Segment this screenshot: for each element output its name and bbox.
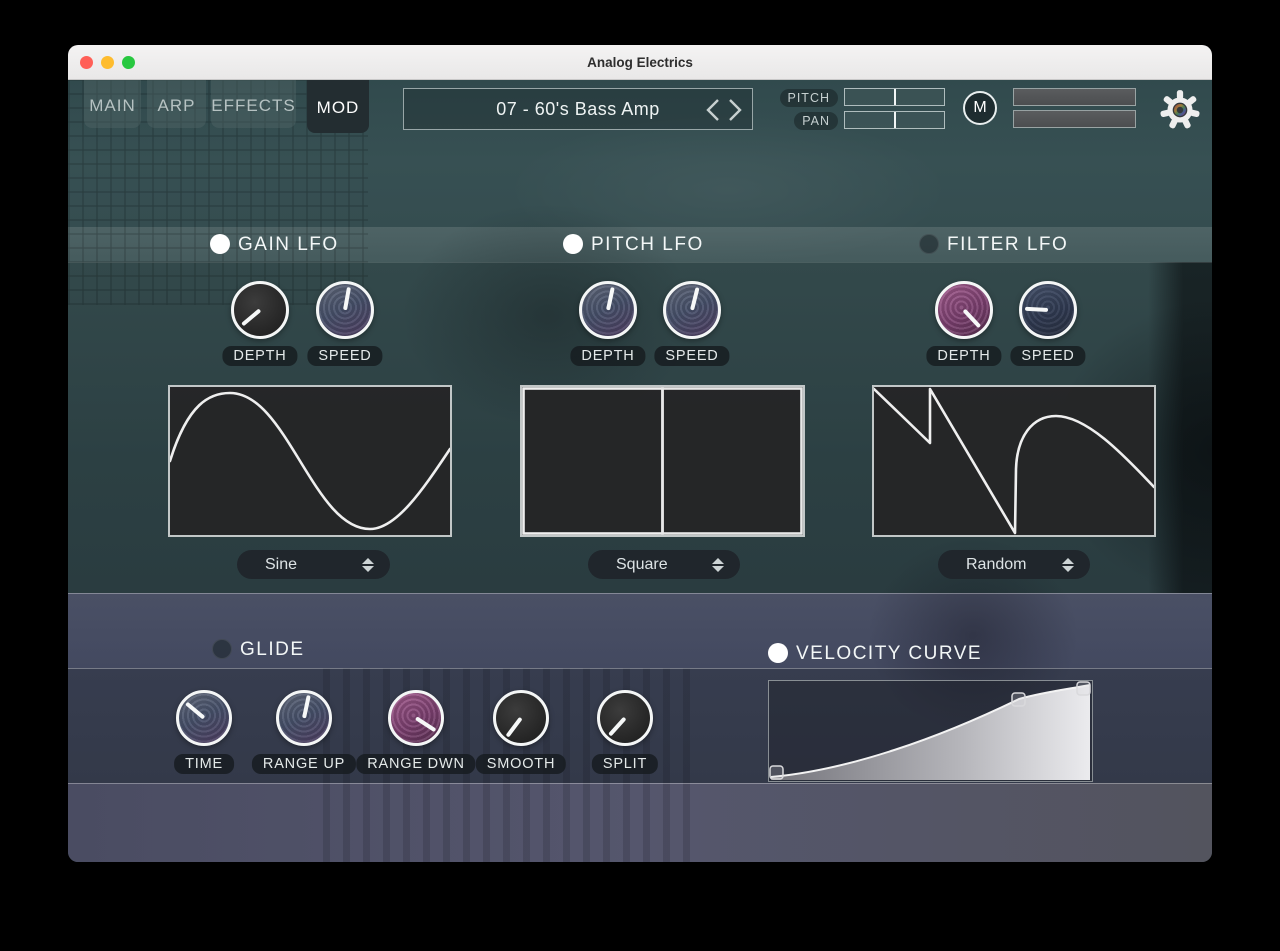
knob-pointer <box>241 308 261 326</box>
pitch-wave-value: Square <box>616 556 668 574</box>
tab-mod[interactable]: MOD <box>307 80 369 133</box>
tab-main[interactable]: MAIN <box>84 80 141 128</box>
velocity-handle-start[interactable] <box>770 766 783 779</box>
velocity-handle-end[interactable] <box>1077 682 1090 695</box>
level-meter-right <box>1013 110 1136 128</box>
macos-titlebar[interactable]: Analog Electrics <box>68 45 1212 80</box>
glide-split-label: SPLIT <box>592 754 658 774</box>
pan-slider[interactable] <box>844 111 945 129</box>
pitch-lfo-enable-led[interactable] <box>563 234 583 254</box>
velocity-curve-title: VELOCITY CURVE <box>796 641 982 667</box>
divider-line <box>68 593 1212 594</box>
knob-pointer <box>185 702 205 720</box>
pitch-lfo-speed-knob[interactable] <box>663 281 721 339</box>
sine-wave-icon <box>170 387 450 535</box>
divider-line <box>68 783 1212 784</box>
pan-label: PAN <box>794 112 838 130</box>
desktop-background: Analog Electrics MAIN ARP EFFECTS MOD <box>0 0 1280 951</box>
velocity-handle-mid[interactable] <box>1012 693 1025 706</box>
knob-pointer <box>506 717 523 738</box>
velocity-curve-enable-led[interactable] <box>768 643 788 663</box>
filter-lfo-title: FILTER LFO <box>947 232 1068 258</box>
knob-pointer <box>608 717 626 737</box>
select-arrows-icon <box>712 558 724 572</box>
settings-gear-icon[interactable] <box>1157 87 1203 133</box>
pan-slider-handle[interactable] <box>894 112 896 128</box>
gain-lfo-speed-knob[interactable] <box>316 281 374 339</box>
gain-lfo-depth-knob[interactable] <box>231 281 289 339</box>
bottom-strip <box>68 783 1212 862</box>
preset-name: 07 - 60's Bass Amp <box>496 99 660 120</box>
divider-line <box>68 262 1212 263</box>
pitch-lfo-title: PITCH LFO <box>591 232 704 258</box>
glide-split-knob[interactable] <box>597 690 653 746</box>
knob-pointer <box>963 309 982 329</box>
plugin-body: MAIN ARP EFFECTS MOD 07 - 60's Bass Amp … <box>68 80 1212 862</box>
knob-pointer <box>343 287 351 310</box>
glide-range-down-label: RANGE DWN <box>356 754 475 774</box>
level-meter-left <box>1013 88 1136 106</box>
knob-pointer <box>415 716 436 732</box>
filter-speed-label: SPEED <box>1010 346 1085 366</box>
select-arrows-icon <box>1062 558 1074 572</box>
select-arrows-icon <box>362 558 374 572</box>
filter-lfo-enable-led[interactable] <box>919 234 939 254</box>
plugin-window: Analog Electrics MAIN ARP EFFECTS MOD <box>68 45 1212 862</box>
knob-pointer <box>690 287 699 310</box>
mute-button[interactable]: M <box>963 91 997 125</box>
glide-enable-led[interactable] <box>212 639 232 659</box>
velocity-curve-editor[interactable] <box>768 680 1093 782</box>
gain-lfo-title: GAIN LFO <box>238 232 339 258</box>
glide-range-up-label: RANGE UP <box>252 754 356 774</box>
glide-smooth-knob[interactable] <box>493 690 549 746</box>
window-title: Analog Electrics <box>68 45 1212 80</box>
pitch-lfo-depth-knob[interactable] <box>579 281 637 339</box>
gain-wave-value: Sine <box>265 556 297 574</box>
tab-arp[interactable]: ARP <box>147 80 206 128</box>
velocity-curve-graph <box>769 681 1092 781</box>
gain-speed-label: SPEED <box>307 346 382 366</box>
filter-lfo-speed-knob[interactable] <box>1019 281 1077 339</box>
pitch-wave-select[interactable]: Square <box>588 550 740 579</box>
filter-wave-select[interactable]: Random <box>938 550 1090 579</box>
gain-lfo-enable-led[interactable] <box>210 234 230 254</box>
glide-smooth-label: SMOOTH <box>476 754 566 774</box>
square-wave-icon <box>522 387 803 535</box>
filter-wave-value: Random <box>966 556 1026 574</box>
glide-time-label: TIME <box>174 754 234 774</box>
knob-pointer <box>606 287 615 310</box>
knob-pointer <box>1025 307 1048 312</box>
gain-lfo-waveform-display <box>168 385 452 537</box>
pitch-lfo-waveform-display <box>520 385 805 537</box>
pitch-label: PITCH <box>780 89 839 107</box>
glide-range-up-knob[interactable] <box>276 690 332 746</box>
glide-time-knob[interactable] <box>176 690 232 746</box>
preset-prev-next-icon[interactable] <box>702 96 746 124</box>
pitch-slider[interactable] <box>844 88 945 106</box>
glide-title: GLIDE <box>240 637 305 663</box>
tab-effects[interactable]: EFFECTS <box>211 80 296 128</box>
divider-line <box>68 668 1212 669</box>
gain-wave-select[interactable]: Sine <box>237 550 390 579</box>
filter-depth-label: DEPTH <box>926 346 1001 366</box>
knob-pointer <box>302 695 311 718</box>
pitch-slider-handle[interactable] <box>894 89 896 105</box>
random-wave-icon <box>874 387 1154 535</box>
filter-lfo-waveform-display <box>872 385 1156 537</box>
filter-lfo-depth-knob[interactable] <box>935 281 993 339</box>
glide-range-down-knob[interactable] <box>388 690 444 746</box>
preset-selector[interactable]: 07 - 60's Bass Amp <box>403 88 753 130</box>
gain-depth-label: DEPTH <box>222 346 297 366</box>
pitch-depth-label: DEPTH <box>570 346 645 366</box>
pitch-speed-label: SPEED <box>654 346 729 366</box>
